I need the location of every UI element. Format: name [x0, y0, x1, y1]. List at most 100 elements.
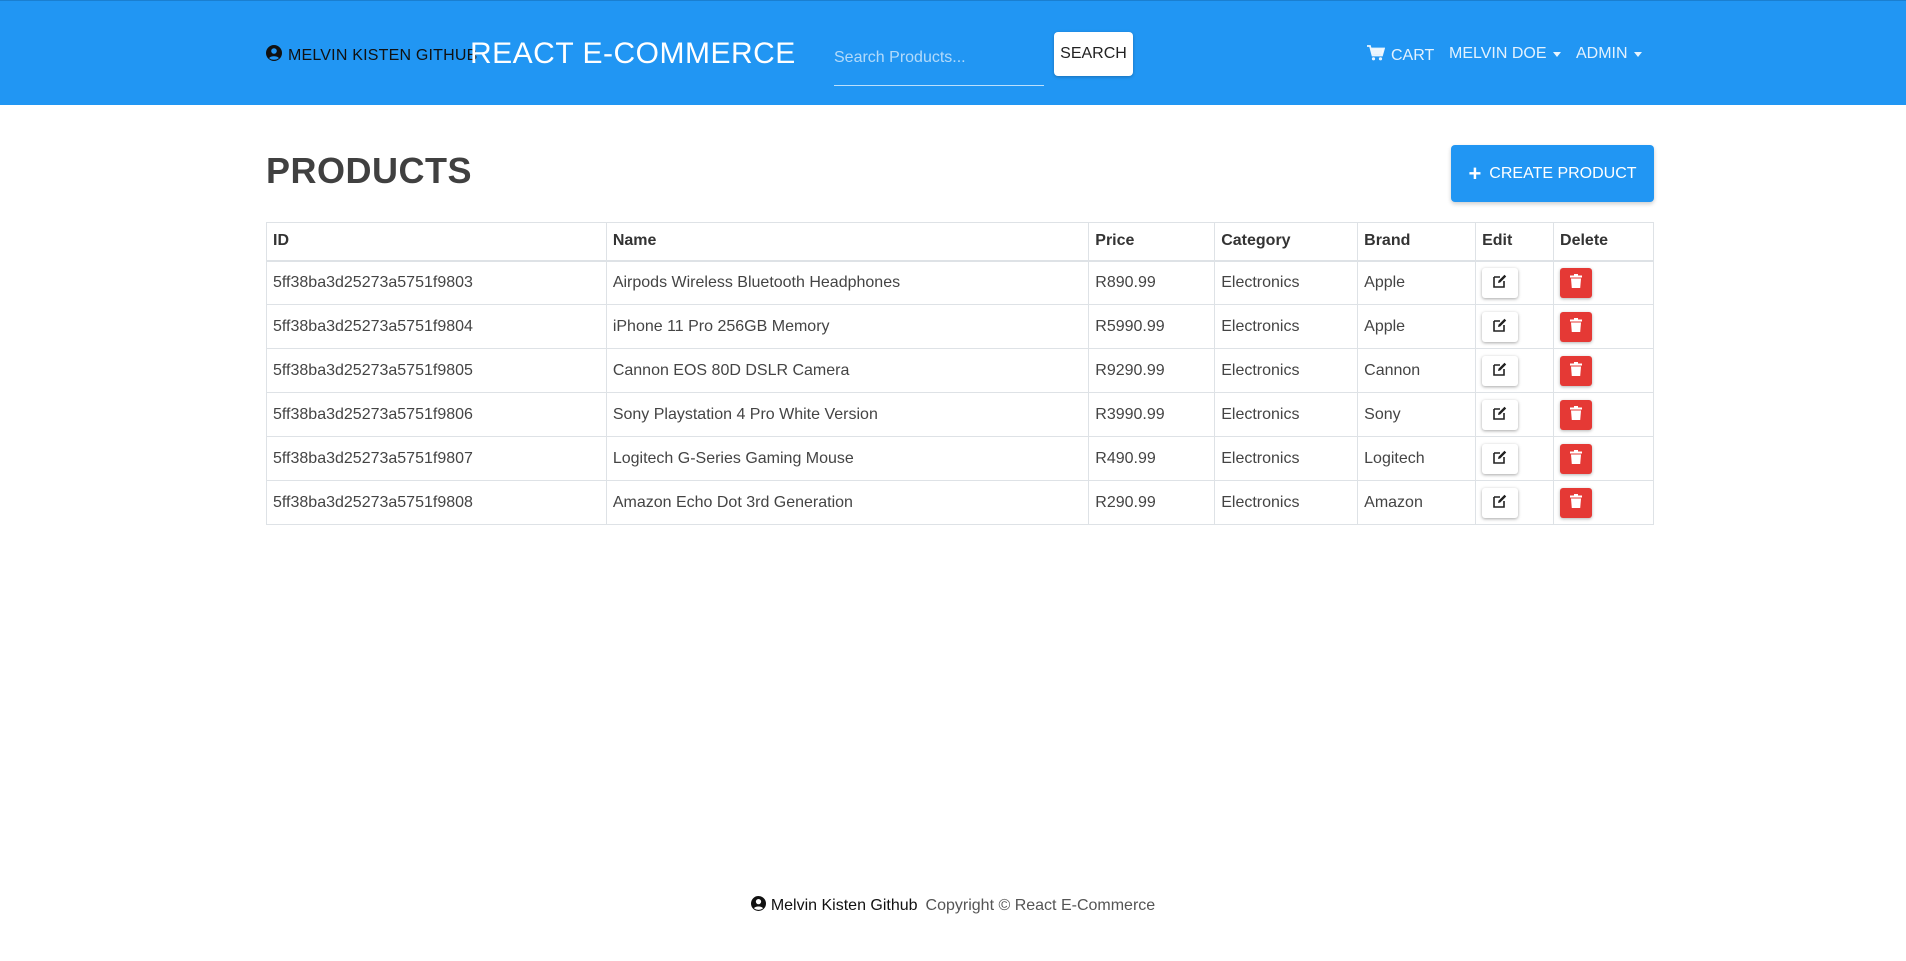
- page-title: PRODUCTS: [266, 150, 473, 191]
- table-row: 5ff38ba3d25273a5751f9803 Airpods Wireless…: [266, 260, 1654, 305]
- shopping-cart-icon: [1367, 45, 1386, 66]
- user-circle-icon: [750, 896, 766, 916]
- cell-delete: [1553, 348, 1654, 393]
- caret-down-icon: [1633, 51, 1642, 57]
- search-button[interactable]: SEARCH: [1054, 32, 1133, 76]
- column-header-delete: Delete: [1553, 222, 1654, 262]
- trash-icon: [1570, 274, 1583, 291]
- cell-price: R5990.99: [1088, 304, 1216, 349]
- admin-menu[interactable]: ADMIN: [1576, 45, 1642, 63]
- trash-icon: [1570, 406, 1583, 423]
- github-link[interactable]: MELVIN KISTEN GITHUB: [266, 45, 478, 66]
- cell-category: Electronics: [1214, 260, 1359, 305]
- table-row: 5ff38ba3d25273a5751f9804 iPhone 11 Pro 25…: [266, 304, 1654, 349]
- cell-brand: Apple: [1357, 304, 1477, 349]
- footer-github-label: Melvin Kisten Github: [770, 897, 918, 914]
- caret-down-icon: [1552, 51, 1561, 57]
- column-header-category: Category: [1214, 222, 1359, 262]
- column-header-brand: Brand: [1357, 222, 1477, 262]
- delete-button[interactable]: [1560, 355, 1593, 386]
- cell-id: 5ff38ba3d25273a5751f9804: [266, 304, 607, 349]
- trash-icon: [1570, 318, 1583, 335]
- table-row: 5ff38ba3d25273a5751f9805 Cannon EOS 80D D…: [266, 348, 1654, 393]
- edit-button[interactable]: [1482, 487, 1519, 518]
- cell-name: Airpods Wireless Bluetooth Headphones: [605, 260, 1090, 305]
- cell-edit: [1475, 348, 1555, 393]
- edit-button[interactable]: [1482, 399, 1519, 430]
- cell-name: iPhone 11 Pro 256GB Memory: [605, 304, 1090, 349]
- edit-button[interactable]: [1482, 443, 1519, 474]
- cell-delete: [1553, 480, 1654, 525]
- edit-button[interactable]: [1482, 311, 1519, 342]
- create-product-label: CREATE PRODUCT: [1489, 164, 1637, 182]
- cell-price: R490.99: [1088, 436, 1216, 481]
- column-header-edit: Edit: [1475, 222, 1555, 262]
- column-header-id: ID: [266, 222, 607, 262]
- cell-price: R890.99: [1088, 260, 1216, 305]
- footer-copyright: Copyright © React E-Commerce: [925, 897, 1156, 914]
- cell-category: Electronics: [1214, 348, 1359, 393]
- cell-brand: Sony: [1357, 392, 1477, 437]
- cell-edit: [1475, 304, 1555, 349]
- cell-id: 5ff38ba3d25273a5751f9806: [266, 392, 607, 437]
- admin-menu-label: ADMIN: [1576, 45, 1628, 62]
- cell-price: R3990.99: [1088, 392, 1216, 437]
- edit-icon: [1493, 318, 1507, 335]
- table-row: 5ff38ba3d25273a5751f9808 Amazon Echo Dot …: [266, 480, 1654, 525]
- cell-brand: Logitech: [1357, 436, 1477, 481]
- delete-button[interactable]: [1560, 487, 1593, 518]
- github-link-label: MELVIN KISTEN GITHUB: [288, 46, 478, 64]
- create-product-button[interactable]: + CREATE PRODUCT: [1451, 145, 1654, 202]
- table-row: 5ff38ba3d25273a5751f9807 Logitech G-Serie…: [266, 436, 1654, 481]
- delete-button[interactable]: [1560, 399, 1593, 430]
- edit-icon: [1493, 450, 1507, 467]
- cell-id: 5ff38ba3d25273a5751f9805: [266, 348, 607, 393]
- cell-name: Sony Playstation 4 Pro White Version: [605, 392, 1090, 437]
- edit-button[interactable]: [1482, 267, 1519, 298]
- edit-icon: [1493, 362, 1507, 379]
- cart-label: CART: [1391, 46, 1435, 64]
- edit-icon: [1493, 494, 1507, 511]
- navbar: MELVIN KISTEN GITHUB REACT E-COMMERCE SE…: [0, 0, 1906, 105]
- cell-category: Electronics: [1214, 304, 1359, 349]
- user-circle-icon: [266, 45, 282, 66]
- cell-name: Amazon Echo Dot 3rd Generation: [605, 480, 1090, 525]
- cell-brand: Amazon: [1357, 480, 1477, 525]
- cell-delete: [1553, 260, 1654, 305]
- delete-button[interactable]: [1560, 267, 1593, 298]
- edit-button[interactable]: [1482, 355, 1519, 386]
- brand-title[interactable]: REACT E-COMMERCE: [470, 37, 796, 71]
- user-menu-label: MELVIN DOE: [1449, 45, 1547, 62]
- cell-delete: [1553, 304, 1654, 349]
- delete-button[interactable]: [1560, 443, 1593, 474]
- column-header-price: Price: [1088, 222, 1216, 262]
- trash-icon: [1570, 362, 1583, 379]
- cell-id: 5ff38ba3d25273a5751f9808: [266, 480, 607, 525]
- edit-icon: [1493, 274, 1507, 291]
- edit-icon: [1493, 406, 1507, 423]
- table-header-row: ID Name Price Category Brand Edit Delete: [266, 222, 1654, 262]
- table-body: 5ff38ba3d25273a5751f9803 Airpods Wireless…: [266, 260, 1654, 525]
- cell-category: Electronics: [1214, 436, 1359, 481]
- column-header-name: Name: [605, 222, 1090, 262]
- cell-delete: [1553, 436, 1654, 481]
- cell-category: Electronics: [1214, 480, 1359, 525]
- cell-edit: [1475, 436, 1555, 481]
- cell-id: 5ff38ba3d25273a5751f9803: [266, 260, 607, 305]
- cell-edit: [1475, 480, 1555, 525]
- trash-icon: [1570, 450, 1583, 467]
- footer-github-link[interactable]: Melvin Kisten Github: [750, 896, 918, 916]
- cell-price: R9290.99: [1088, 348, 1216, 393]
- cell-edit: [1475, 392, 1555, 437]
- trash-icon: [1570, 494, 1583, 511]
- cell-delete: [1553, 392, 1654, 437]
- footer: Melvin Kisten Github Copyright © React E…: [0, 896, 1906, 916]
- user-menu[interactable]: MELVIN DOE: [1449, 45, 1561, 63]
- delete-button[interactable]: [1560, 311, 1593, 342]
- search-input[interactable]: [834, 31, 1044, 86]
- cart-link[interactable]: CART: [1367, 45, 1434, 66]
- plus-icon: +: [1468, 160, 1482, 186]
- cell-name: Logitech G-Series Gaming Mouse: [605, 436, 1090, 481]
- cell-category: Electronics: [1214, 392, 1359, 437]
- table-row: 5ff38ba3d25273a5751f9806 Sony Playstation…: [266, 392, 1654, 437]
